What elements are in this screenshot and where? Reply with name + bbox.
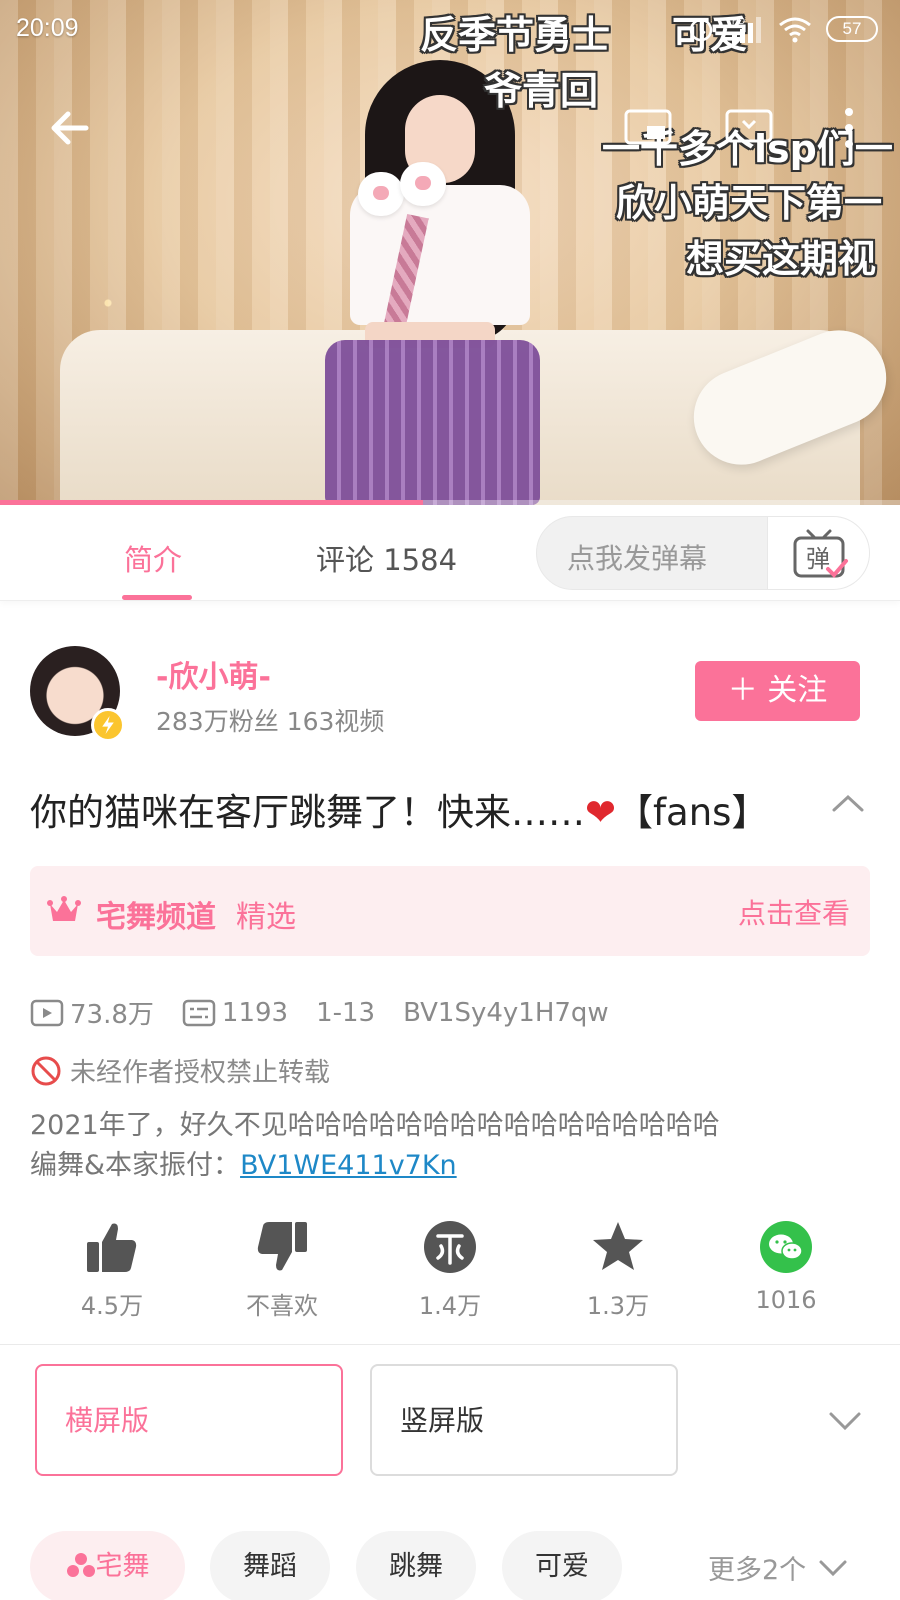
favorite-count: 1.3万 (586, 1292, 650, 1320)
heart-emoji: ❤ (585, 791, 617, 834)
danmaku-count: 1193 (221, 997, 289, 1028)
coin-button[interactable]: 1.4万 (390, 1218, 510, 1321)
danmaku-toggle-icon: 弹 (793, 529, 848, 578)
channel-banner[interactable]: 宅舞频道 精选 点击查看 (30, 866, 870, 956)
video-meta: 73.8万 1193 1-13 BV1Sy4y1H7qw (30, 994, 609, 1031)
uploader-name[interactable]: -欣小萌- (156, 652, 271, 696)
thumbs-down-icon (257, 1222, 307, 1271)
video-paw-right (400, 162, 446, 206)
rights-notice-text: 未经作者授权禁止转载 (70, 1058, 331, 1088)
follow-button[interactable]: ＋ 关注 (695, 661, 860, 721)
danmaku-settings-button[interactable]: 弹 (767, 517, 869, 589)
video-paw-left (358, 172, 404, 216)
thumbs-up-icon (87, 1223, 137, 1272)
danmaku-input-placeholder: 点我发弹幕 (567, 542, 708, 575)
action-bar: 4.5万 不喜欢 1.4万 1.3万 1016 (0, 1218, 900, 1321)
description-line: 编舞&本家振付：BV1WE411v7Kn (30, 1146, 870, 1186)
svg-text:HD: HD (732, 16, 745, 26)
danmaku-count-icon (182, 999, 216, 1026)
alarm-icon (689, 18, 713, 42)
channel-subtitle: 精选 (236, 900, 296, 935)
like-count: 4.5万 (80, 1292, 144, 1320)
share-button[interactable]: 1016 (726, 1218, 846, 1314)
star-icon (593, 1222, 643, 1270)
description-bvid-link[interactable]: BV1WE411v7Kn (240, 1150, 457, 1181)
rights-notice: 未经作者授权禁止转载 (30, 1052, 330, 1089)
lightning-badge-icon (91, 708, 125, 742)
tab-comments[interactable]: 评论 1584 (316, 537, 457, 579)
crown-icon (47, 896, 81, 921)
video-title: 你的猫咪在客厅跳舞了！快来……❤【fans】 (30, 782, 768, 836)
hot-tag-icon (66, 1553, 95, 1577)
coin-count: 1.4万 (418, 1292, 482, 1320)
dislike-button[interactable]: 不喜欢 (222, 1218, 342, 1321)
favorite-button[interactable]: 1.3万 (558, 1218, 678, 1321)
chevron-down-icon (819, 1560, 847, 1576)
danmaku-comment: 爷青回 (484, 69, 599, 113)
status-time: 20:09 (16, 14, 79, 42)
status-icons: HD 57 (686, 14, 878, 44)
danmaku-comment: 想买这期视 (686, 237, 877, 281)
uploader-stats: 283万粉丝 163视频 (156, 707, 385, 736)
view-count: 73.8万 (70, 1000, 154, 1030)
video-title-text: 你的猫咪在客厅跳舞了！快来…… (30, 791, 585, 834)
channel-view-link[interactable]: 点击查看 (738, 892, 850, 932)
video-player[interactable]: 反季节勇士 可爱 爷青回 一千多个lsp们一 欣小萌天下第一 想买这期视 20:… (0, 0, 900, 505)
wechat-icon (760, 1221, 812, 1273)
tab-bar: 简介 评论 1584 点我发弹幕 弹 (0, 505, 900, 601)
play-count-icon (30, 999, 64, 1026)
more-tags-button[interactable]: 更多2个 (708, 1548, 848, 1587)
more-tags-label: 更多2个 (708, 1555, 807, 1586)
version-landscape[interactable]: 横屏版 (35, 1364, 343, 1476)
status-bar: 20:09 HD 57 (0, 0, 900, 60)
tab-active-indicator (122, 595, 192, 600)
description-line: 2021年了，好久不见哈哈哈哈哈哈哈哈哈哈哈哈哈哈哈哈 (30, 1110, 720, 1141)
battery-indicator: 57 (826, 16, 878, 42)
tag-hot[interactable]: 宅舞 (30, 1531, 185, 1600)
video-description: 2021年了，好久不见哈哈哈哈哈哈哈哈哈哈哈哈哈哈哈哈 编舞&本家振付：BV1W… (30, 1106, 870, 1186)
danmaku-comment: 欣小萌天下第一 (616, 181, 883, 225)
danmaku-input[interactable]: 点我发弹幕 弹 (536, 516, 870, 590)
chevron-down-icon[interactable] (828, 1410, 862, 1432)
publish-date: 1-13 (316, 997, 376, 1028)
more-options-icon[interactable] (842, 106, 856, 150)
tag[interactable]: 舞蹈 (210, 1531, 330, 1600)
signal-icon: HD (732, 16, 761, 43)
coin-icon (424, 1221, 476, 1273)
video-dancer-skirt (325, 340, 540, 505)
version-portrait[interactable]: 竖屏版 (370, 1364, 678, 1476)
tag[interactable]: 跳舞 (356, 1531, 476, 1600)
tag-label: 宅舞 (95, 1551, 150, 1582)
picture-in-picture-icon[interactable] (623, 108, 673, 150)
tab-intro[interactable]: 简介 (124, 537, 182, 579)
chevron-up-icon[interactable] (830, 792, 866, 814)
like-button[interactable]: 4.5万 (52, 1218, 172, 1321)
dislike-label: 不喜欢 (246, 1292, 318, 1320)
description-prefix: 编舞&本家振付： (30, 1150, 241, 1181)
video-title-suffix: 【fans】 (616, 791, 769, 834)
back-arrow-icon[interactable] (46, 104, 94, 152)
share-count: 1016 (755, 1286, 817, 1314)
wifi-icon (779, 17, 811, 43)
bvid: BV1Sy4y1H7qw (403, 997, 609, 1028)
cast-tv-icon[interactable] (724, 108, 774, 150)
section-divider (0, 1344, 900, 1345)
tag[interactable]: 可爱 (502, 1531, 622, 1600)
channel-name: 宅舞频道 (96, 900, 216, 935)
no-repost-icon (31, 1056, 61, 1085)
